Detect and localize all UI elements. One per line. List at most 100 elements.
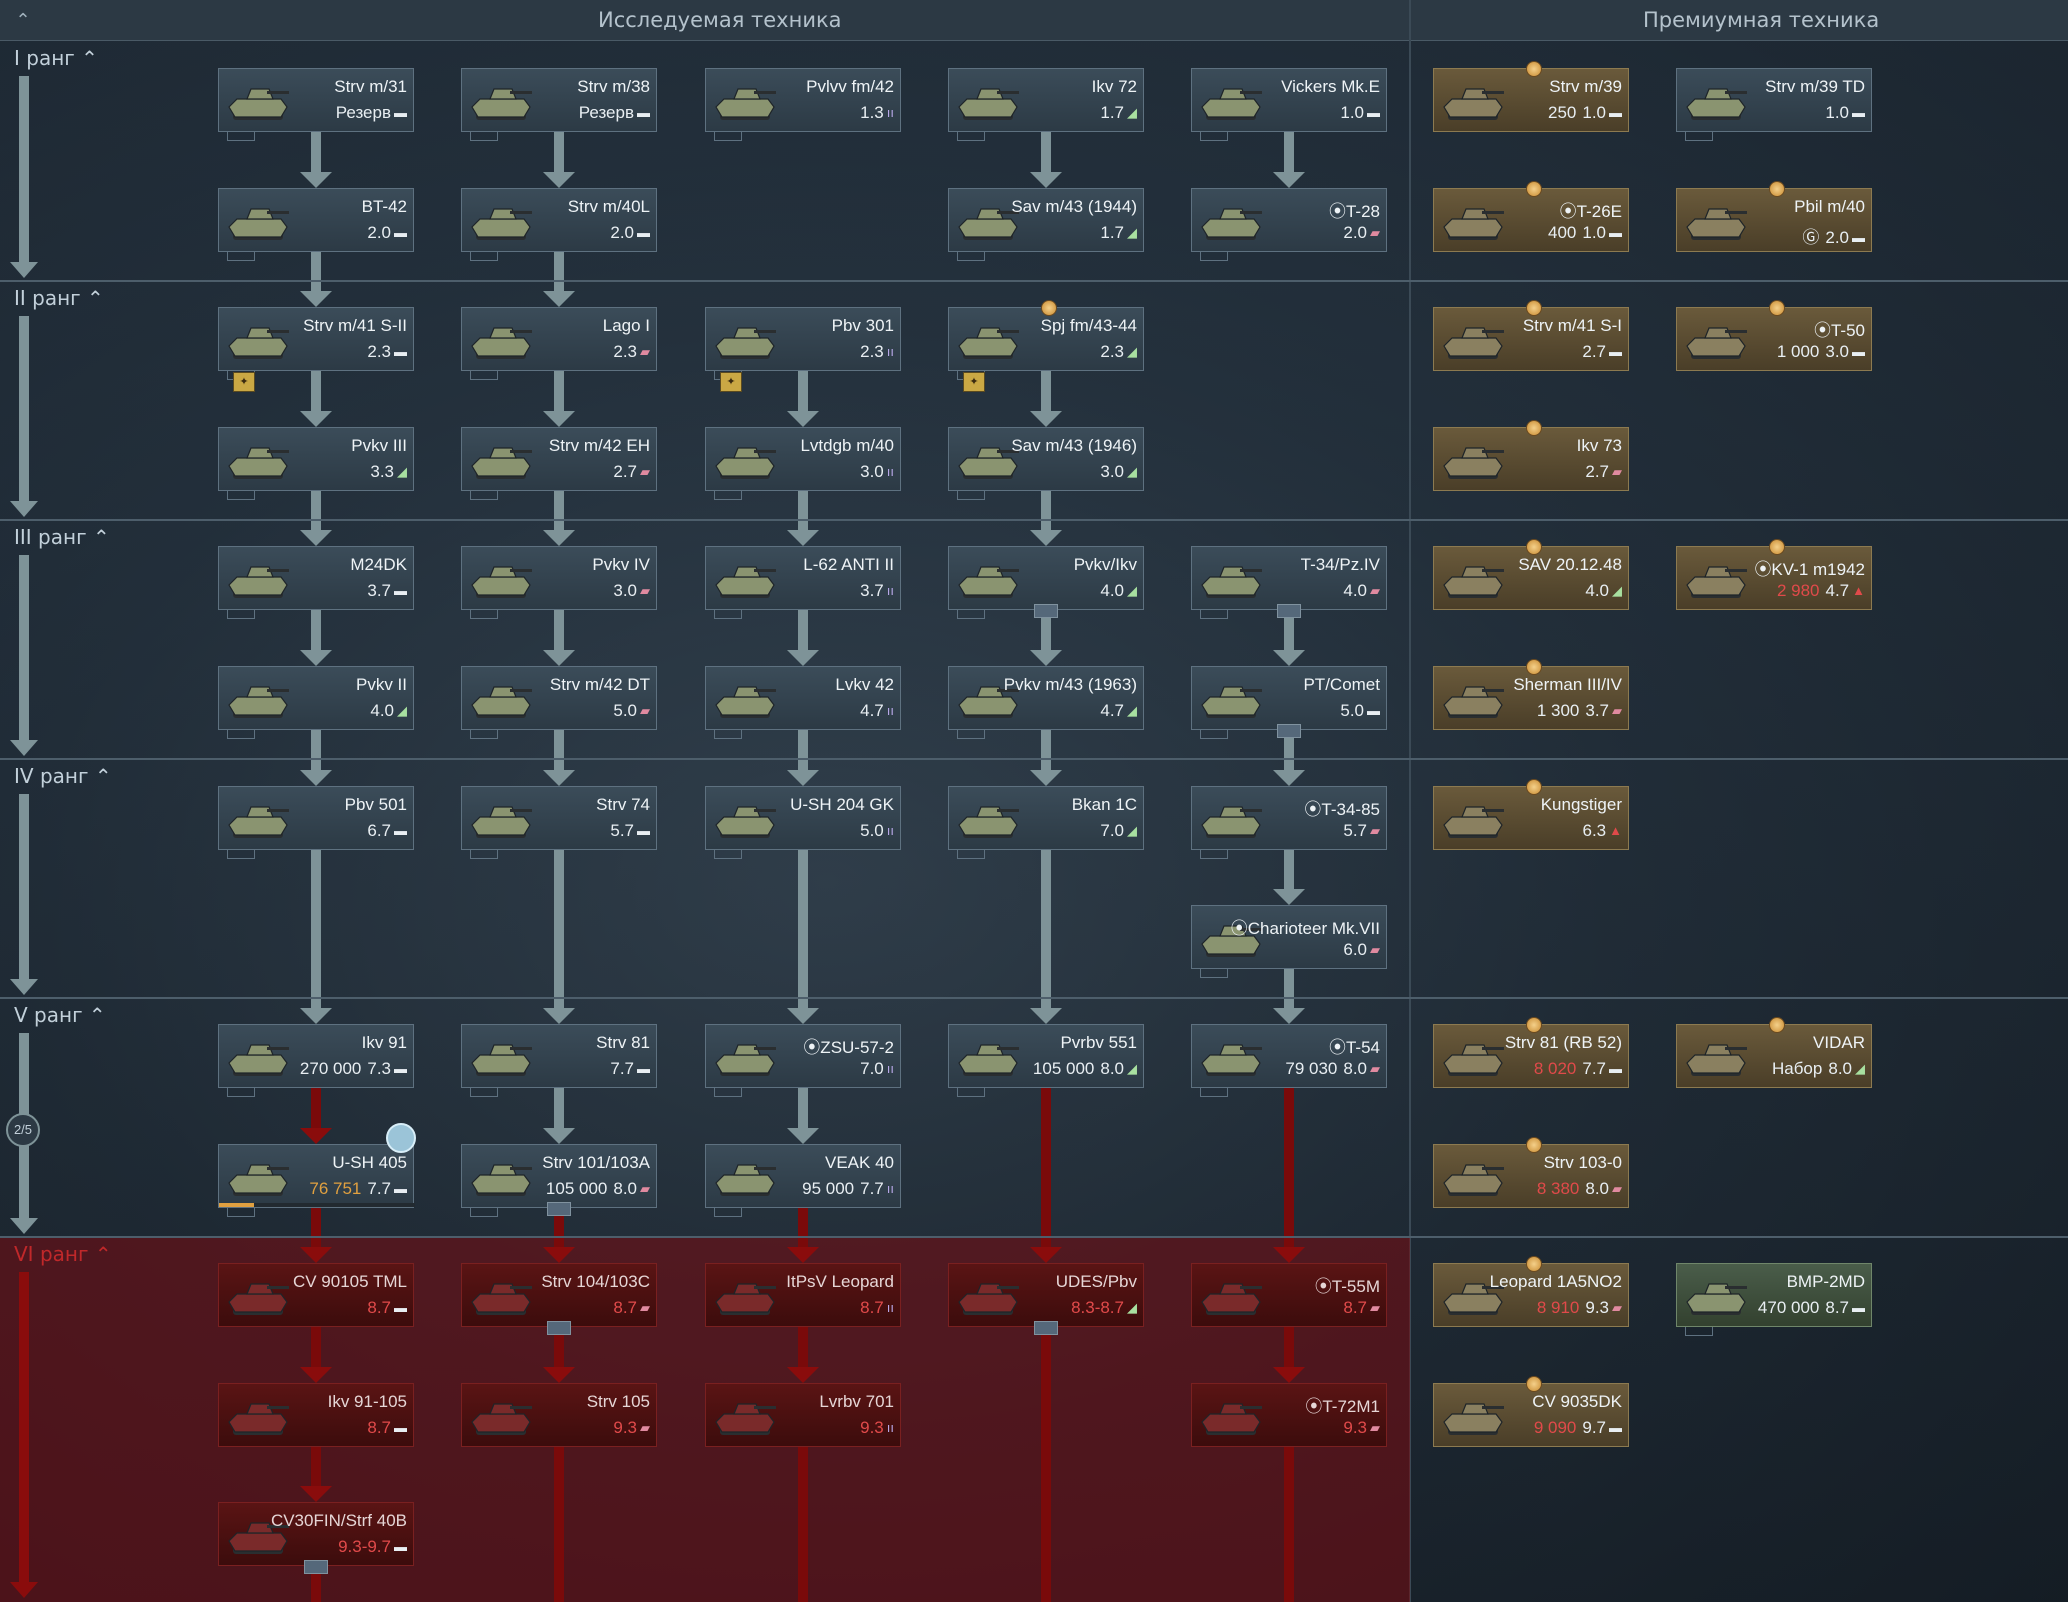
vehicle-card-r3_2[interactable]: Pvkv IV 3.0 ▰ — [461, 546, 657, 619]
vehicle-group-icon[interactable] — [547, 1321, 571, 1335]
battle-rating-value: 3.0 — [860, 462, 884, 481]
vehicle-card-r3_8[interactable]: Lvkv 42 4.7 ıı — [705, 666, 901, 739]
vehicle-card-p1_2[interactable]: Strv m/39 TD 1.0 ▬ — [1676, 68, 1872, 141]
vehicle-card-p2_3[interactable]: Ikv 73 2.7 ▰ — [1433, 420, 1629, 491]
vehicle-card-r3_5[interactable]: T-34/Pz.IV 4.0 ▰ — [1191, 546, 1387, 619]
vehicle-name: T-34/Pz.IV — [1300, 555, 1380, 574]
vehicle-card-r2_5[interactable]: Pvkv III 3.3 ◢ — [218, 427, 414, 500]
medium-class-icon: ▰ — [640, 1420, 650, 1435]
vehicle-card-r6_10[interactable]: CV30FIN/Strf 40B 9.3-9.7 ▬ — [218, 1502, 414, 1566]
vehicle-card-p1_3[interactable]: ⦿T-26E 400 1.0 ▬ — [1433, 181, 1629, 252]
vehicle-group-icon[interactable] — [1277, 724, 1301, 738]
vehicle-card-r6_5[interactable]: ⦿T-55M 8.7 ▰ — [1191, 1263, 1387, 1327]
research-arrow-icon — [543, 1247, 575, 1263]
vehicle-card-p4_1[interactable]: Kungstiger 6.3 ▲ — [1433, 779, 1629, 850]
vehicle-card-r6_7[interactable]: Strv 105 9.3 ▰ — [461, 1383, 657, 1447]
vehicle-card-p1_1[interactable]: Strv m/39 250 1.0 ▬ — [1433, 61, 1629, 132]
vehicle-card-p3_1[interactable]: SAV 20.12.48 4.0 ◢ — [1433, 539, 1629, 610]
vehicle-card-p5_3[interactable]: Strv 103-0 8 380 8.0 ▰ — [1433, 1137, 1629, 1208]
vehicle-card-r4_3[interactable]: U-SH 204 GK 5.0 ıı — [705, 786, 901, 859]
vehicle-card-r3_4[interactable]: Pvkv/Ikv 4.0 ◢ — [948, 546, 1144, 619]
vehicle-card-r6_3[interactable]: ItPsV Leopard 8.7 ıı — [705, 1263, 901, 1327]
research-arrow-icon — [787, 770, 819, 786]
vehicle-group-icon[interactable] — [304, 1560, 328, 1574]
vehicle-icon — [1686, 566, 1747, 598]
rank-label[interactable]: VI ранг ⌃ — [14, 1242, 112, 1266]
vehicle-card-r4_1[interactable]: Pbv 501 6.7 ▬ — [218, 786, 414, 859]
vehicle-card-r2_8[interactable]: Sav m/43 (1946) 3.0 ◢ — [948, 427, 1144, 500]
vehicle-group-icon[interactable] — [1277, 604, 1301, 618]
vehicle-card-r4_2[interactable]: Strv 74 5.7 ▬ — [461, 786, 657, 859]
collapse-all-button[interactable]: ⌃ — [10, 8, 36, 32]
vehicle-card-r6_2[interactable]: Strv 104/103C 8.7 ▰ — [461, 1263, 657, 1327]
vehicle-card-p3_3[interactable]: Sherman III/IV 1 300 3.7 ▰ — [1433, 659, 1629, 730]
vehicle-card-r2_6[interactable]: Strv m/42 EH 2.7 ▰ — [461, 427, 657, 500]
vehicle-card-r3_7[interactable]: Strv m/42 DT 5.0 ▰ — [461, 666, 657, 739]
rank-label[interactable]: IV ранг ⌃ — [14, 764, 112, 788]
vehicle-card-r5_3[interactable]: ⦿ZSU-57-2 7.0 ıı — [705, 1024, 901, 1097]
battle-rating-value: 7.0 — [1100, 821, 1124, 840]
vehicle-card-p3_2[interactable]: ⦿KV-1 m1942 2 980 4.7 ▲ — [1676, 539, 1872, 610]
rank-label[interactable]: I ранг ⌃ — [14, 46, 98, 70]
vehicle-battle-rating: 7.7 ▬ — [610, 1059, 650, 1079]
vehicle-card-r5_2[interactable]: Strv 81 7.7 ▬ — [461, 1024, 657, 1097]
vehicle-group-icon[interactable] — [1034, 604, 1058, 618]
vehicle-group-icon[interactable] — [547, 1202, 571, 1216]
lightbulb-icon[interactable] — [386, 1123, 416, 1153]
vehicle-card-r5_5[interactable]: ⦿T-54 79 030 8.0 ▰ — [1191, 1024, 1387, 1097]
vehicle-card-r6_9[interactable]: ⦿T-72M1 9.3 ▰ — [1191, 1383, 1387, 1447]
vehicle-card-r6_4[interactable]: UDES/Pbv 8.3-8.7 ◢ — [948, 1263, 1144, 1327]
vehicle-card-r5_8[interactable]: VEAK 40 95 000 7.7 ıı — [705, 1144, 901, 1217]
vehicle-card-p6_1[interactable]: Leopard 1A5NO2 8 910 9.3 ▰ — [1433, 1256, 1629, 1327]
light-class-icon: ▬ — [637, 105, 650, 120]
rank-label[interactable]: V ранг ⌃ — [14, 1003, 106, 1027]
vehicle-card-p5_1[interactable]: Strv 81 (RB 52) 8 020 7.7 ▬ — [1433, 1017, 1629, 1088]
vehicle-card-r2_1[interactable]: Strv m/41 S-II 2.3 ▬ ✦ — [218, 307, 414, 392]
vehicle-card-r1_6[interactable]: BT-42 2.0 ▬ — [218, 188, 414, 261]
vehicle-card-p1_4[interactable]: Pbil m/40 Ⓖ 2.0 ▬ — [1676, 181, 1872, 252]
vehicle-card-r6_8[interactable]: Lvrbv 701 9.3 ıı — [705, 1383, 901, 1447]
vehicle-card-r2_4[interactable]: Spj fm/43-44 2.3 ◢ ✦ — [948, 300, 1144, 392]
vehicle-card-r5_1[interactable]: Ikv 91 270 000 7.3 ▬ — [218, 1024, 414, 1097]
vehicle-card-r4_5[interactable]: ⦿T-34-85 5.7 ▰ — [1191, 786, 1387, 859]
rank-label[interactable]: III ранг ⌃ — [14, 525, 110, 549]
vehicle-card-p2_2[interactable]: ⦿T-50 1 000 3.0 ▬ — [1676, 300, 1872, 371]
vehicle-card-r3_10[interactable]: PT/Comet 5.0 ▬ — [1191, 666, 1387, 739]
vehicle-card-r5_6[interactable]: U-SH 405 76 751 7.7 ▬ — [218, 1144, 415, 1217]
vehicle-card-r4_4[interactable]: Bkan 1C 7.0 ◢ — [948, 786, 1144, 859]
vehicle-card-r1_4[interactable]: Ikv 72 1.7 ◢ — [948, 68, 1144, 141]
battle-rating-value: 8.0 — [613, 1179, 637, 1198]
slot-marker-icon — [957, 491, 985, 500]
vehicle-card-r1_3[interactable]: Pvlvv fm/42 1.3 ıı — [705, 68, 901, 141]
vehicle-card-r2_3[interactable]: Pbv 301 2.3 ıı ✦ — [705, 307, 901, 392]
vehicle-name: Strv 104/103C — [541, 1272, 650, 1291]
vehicle-card-r1_5[interactable]: Vickers Mk.E 1.0 ▬ — [1191, 68, 1387, 141]
vehicle-card-p6_2[interactable]: BMP-2MD 470 000 8.7 ▬ — [1676, 1263, 1872, 1336]
slot-marker-icon — [1200, 730, 1228, 739]
battle-rating-value: 8.3-8.7 — [1071, 1298, 1124, 1317]
vehicle-card-r6_6[interactable]: Ikv 91-105 8.7 ▬ — [218, 1383, 414, 1447]
vehicle-card-r6_1[interactable]: CV 90105 TML 8.7 ▬ — [218, 1263, 414, 1327]
vehicle-card-r1_8[interactable]: Sav m/43 (1944) 1.7 ◢ — [948, 188, 1144, 261]
battle-rating-value: 4.0 — [370, 701, 394, 720]
vehicle-card-r1_2[interactable]: Strv m/38 Резерв ▬ — [461, 68, 657, 141]
vehicle-card-r1_7[interactable]: Strv m/40L 2.0 ▬ — [461, 188, 657, 261]
medium-class-icon: ▰ — [1612, 464, 1622, 479]
vehicle-card-r2_2[interactable]: Lago I 2.3 ▰ — [461, 307, 657, 380]
vehicle-card-p2_1[interactable]: Strv m/41 S-I 2.7 ▬ — [1433, 300, 1629, 371]
vehicle-group-icon[interactable] — [1034, 1321, 1058, 1335]
battle-rating-value: 1.3 — [860, 103, 884, 122]
vehicle-card-r2_7[interactable]: Lvtdgb m/40 3.0 ıı — [705, 427, 901, 500]
rank-label[interactable]: II ранг ⌃ — [14, 286, 104, 310]
vehicle-card-r1_9[interactable]: ⦿T-28 2.0 ▰ — [1191, 188, 1387, 261]
vehicle-card-r5_7[interactable]: Strv 101/103A 105 000 8.0 ▰ — [461, 1144, 657, 1217]
vehicle-card-r3_3[interactable]: L-62 ANTI II 3.7 ıı — [705, 546, 901, 619]
vehicle-card-r3_6[interactable]: Pvkv II 4.0 ◢ — [218, 666, 414, 739]
vehicle-card-r3_9[interactable]: Pvkv m/43 (1963) 4.7 ◢ — [948, 666, 1144, 739]
vehicle-card-p6_3[interactable]: CV 9035DK 9 090 9.7 ▬ — [1433, 1376, 1629, 1447]
vehicle-card-r4_6[interactable]: ⦿Charioteer Mk.VII 6.0 ▰ — [1191, 905, 1387, 978]
vehicle-card-p5_2[interactable]: VIDAR Набор 8.0 ◢ — [1676, 1017, 1872, 1088]
vehicle-card-r3_1[interactable]: M24DK 3.7 ▬ — [218, 546, 414, 619]
vehicle-card-r5_4[interactable]: Pvrbv 551 105 000 8.0 ◢ — [948, 1024, 1144, 1097]
vehicle-card-r1_1[interactable]: Strv m/31 Резерв ▬ — [218, 68, 414, 141]
